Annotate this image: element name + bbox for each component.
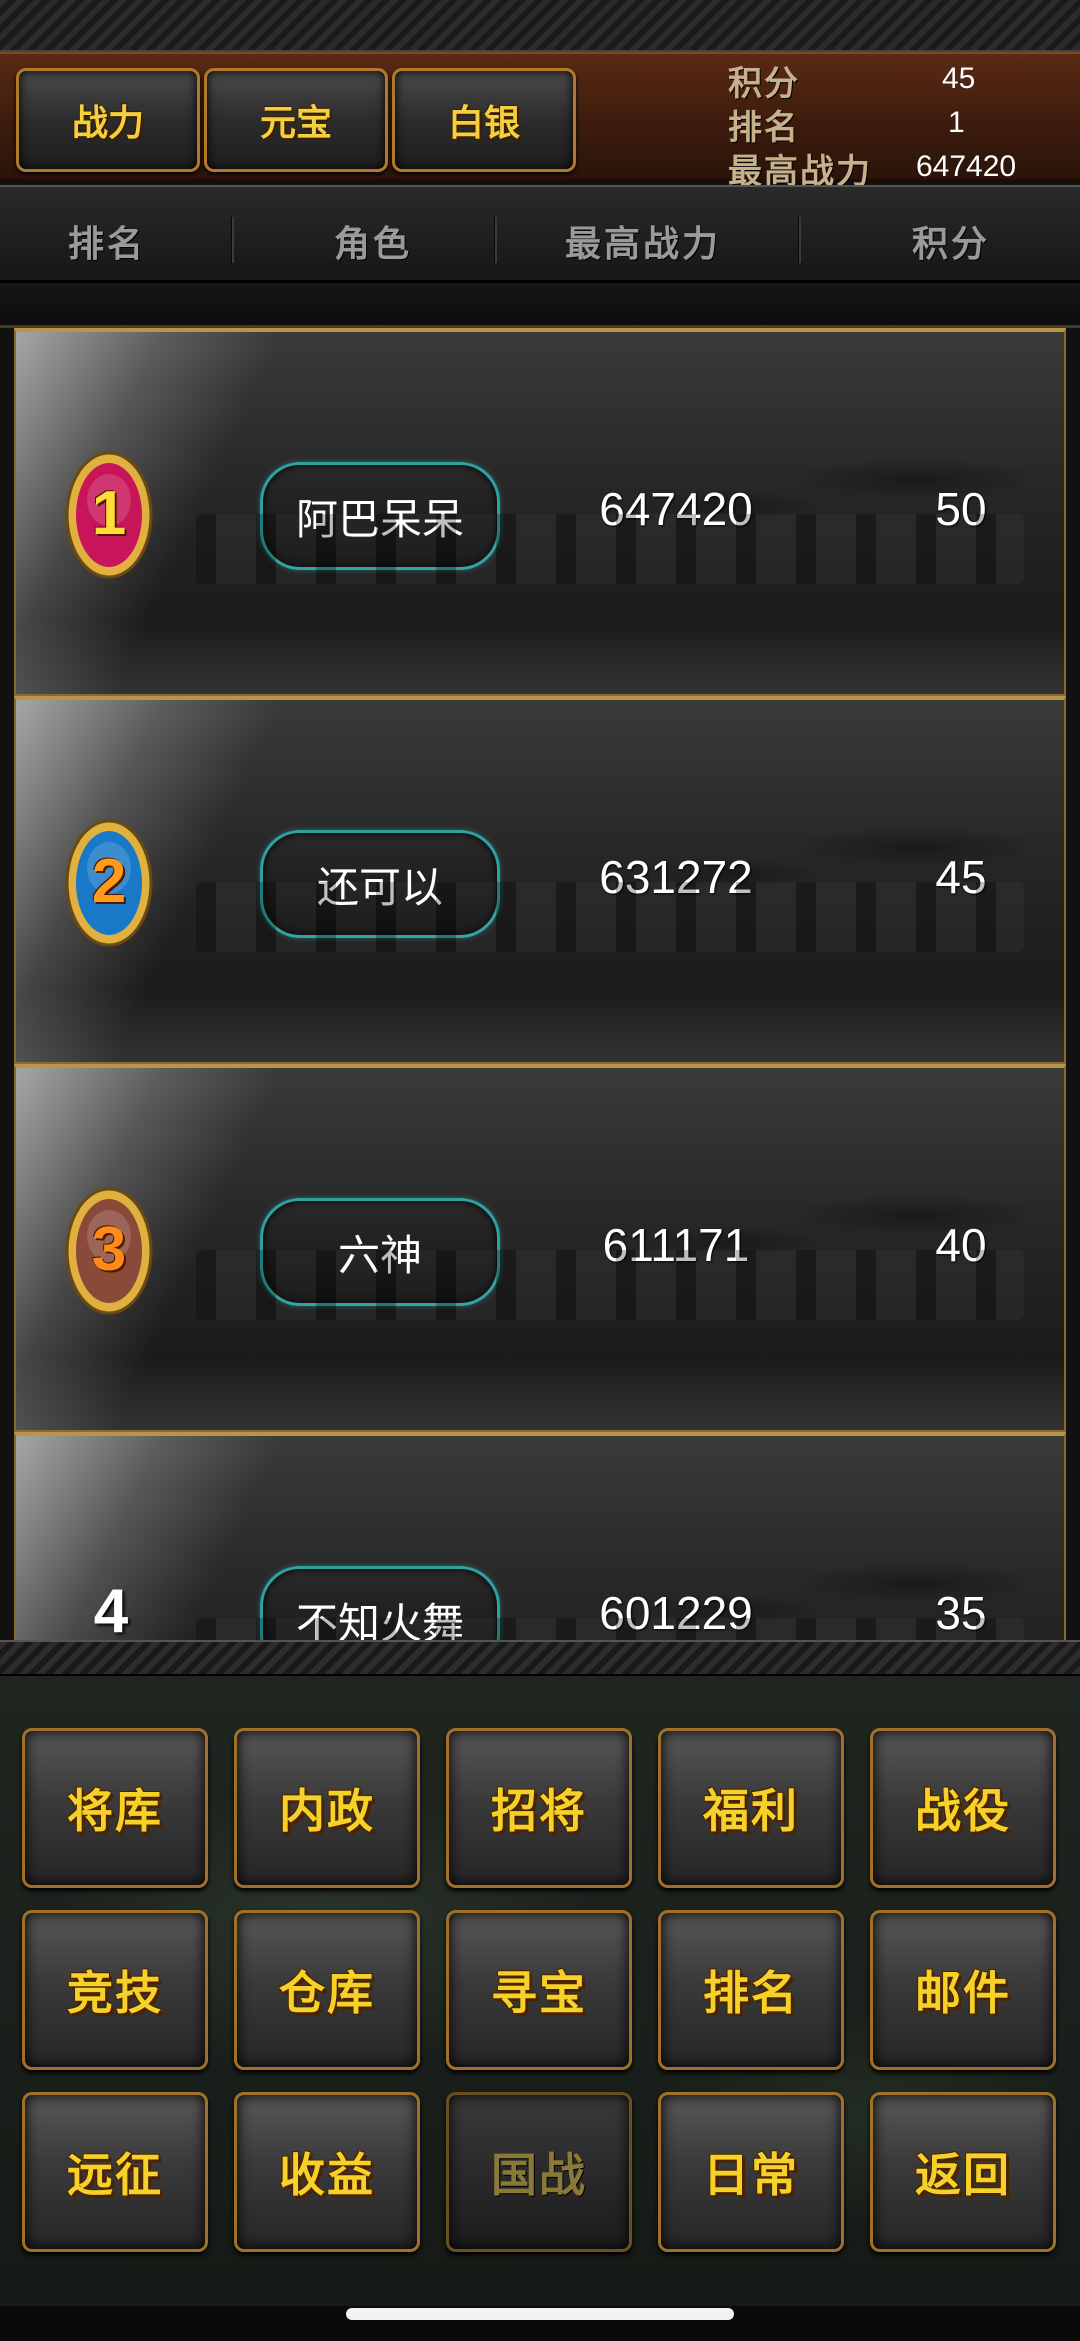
tab-combat-power[interactable]: 战力 — [16, 68, 200, 172]
menu-warehouse-button[interactable]: 仓库 — [234, 1910, 420, 2070]
menu-income-button[interactable]: 收益 — [234, 2092, 420, 2252]
menu-arena-button[interactable]: 竞技 — [22, 1910, 208, 2070]
column-role: 角色 — [334, 224, 413, 265]
column-rank: 排名 — [68, 224, 147, 265]
main-menu-grid: 将库 内政 招将 福利 战役 竞技 仓库 寻宝 排名 邮件 远征 收益 国战 日… — [0, 1676, 1080, 2306]
column-divider — [494, 217, 497, 263]
medal-rank-number: 1 — [91, 479, 127, 548]
player-score: 35 — [935, 1587, 987, 1639]
my-max-power-value: 647420 — [916, 150, 1017, 183]
tab-yuanbao[interactable]: 元宝 — [204, 68, 388, 172]
menu-ornament-strip — [0, 1640, 1080, 1676]
my-max-power-row: 最高战力 647420 — [728, 144, 1068, 192]
my-score-value: 45 — [942, 62, 976, 95]
menu-campaign-button[interactable]: 战役 — [870, 1728, 1056, 1888]
ranking-row-3[interactable]: 3 六神 611171 40 — [14, 1064, 1066, 1432]
home-indicator[interactable] — [346, 2308, 734, 2320]
menu-recruit-button[interactable]: 招将 — [446, 1728, 632, 1888]
ranking-header: 战力 元宝 白银 积分 45 排名 1 最高战力 647420 — [0, 52, 1080, 192]
my-score-label: 积分 — [728, 64, 800, 104]
player-name-pill[interactable]: 不知火舞 — [260, 1566, 500, 1640]
menu-treasure-button[interactable]: 寻宝 — [446, 1910, 632, 2070]
menu-generals-button[interactable]: 将库 — [22, 1728, 208, 1888]
player-name-pill[interactable]: 六神 — [260, 1198, 500, 1306]
top-ornament-strip — [0, 0, 1080, 52]
menu-expedition-button[interactable]: 远征 — [22, 2092, 208, 2252]
player-max-power: 611171 — [602, 1219, 750, 1271]
player-score: 50 — [935, 483, 987, 535]
player-name-pill[interactable]: 阿巴呆呆 — [260, 462, 500, 570]
my-stats-panel: 积分 45 排名 1 最高战力 647420 — [728, 56, 1068, 192]
player-max-power: 601229 — [599, 1587, 753, 1639]
column-divider — [798, 217, 801, 263]
player-max-power: 631272 — [599, 851, 753, 903]
player-score: 40 — [935, 1219, 987, 1271]
rank-medal-icon: 1 — [64, 450, 154, 580]
column-header-bar: 排名 角色 最高战力 积分 — [0, 185, 1080, 283]
tab-silver[interactable]: 白银 — [392, 68, 576, 172]
menu-back-button[interactable]: 返回 — [870, 2092, 1056, 2252]
player-score: 45 — [935, 851, 987, 903]
my-rank-label: 排名 — [728, 108, 800, 148]
menu-ranking-button[interactable]: 排名 — [658, 1910, 844, 2070]
medal-rank-number: 3 — [91, 1215, 127, 1284]
column-divider — [231, 217, 234, 263]
player-name-pill[interactable]: 还可以 — [260, 830, 500, 938]
column-max-power: 最高战力 — [565, 224, 722, 265]
menu-mail-button[interactable]: 邮件 — [870, 1910, 1056, 2070]
my-rank-row: 排名 1 — [728, 100, 1068, 148]
my-score-row: 积分 45 — [728, 56, 1068, 104]
menu-welfare-button[interactable]: 福利 — [658, 1728, 844, 1888]
ranking-row-2[interactable]: 2 还可以 631272 45 — [14, 696, 1066, 1064]
rank-number: 4 — [93, 1577, 129, 1640]
ranking-row-4[interactable]: 4 不知火舞 601229 35 — [14, 1432, 1066, 1640]
menu-nation-war-button[interactable]: 国战 — [446, 2092, 632, 2252]
list-top-band — [0, 283, 1080, 328]
my-rank-value: 1 — [948, 106, 965, 139]
ranking-row-1[interactable]: 1 阿巴呆呆 647420 50 — [14, 328, 1066, 696]
ranking-list[interactable]: 1 阿巴呆呆 647420 50 2 还可以 631272 45 3 六神 61… — [14, 328, 1066, 1640]
medal-rank-number: 2 — [91, 847, 127, 916]
menu-domestic-button[interactable]: 内政 — [234, 1728, 420, 1888]
column-score: 积分 — [912, 224, 991, 265]
rank-medal-icon: 3 — [64, 1186, 154, 1316]
rank-medal-icon: 2 — [64, 818, 154, 948]
player-max-power: 647420 — [599, 483, 753, 535]
menu-daily-button[interactable]: 日常 — [658, 2092, 844, 2252]
